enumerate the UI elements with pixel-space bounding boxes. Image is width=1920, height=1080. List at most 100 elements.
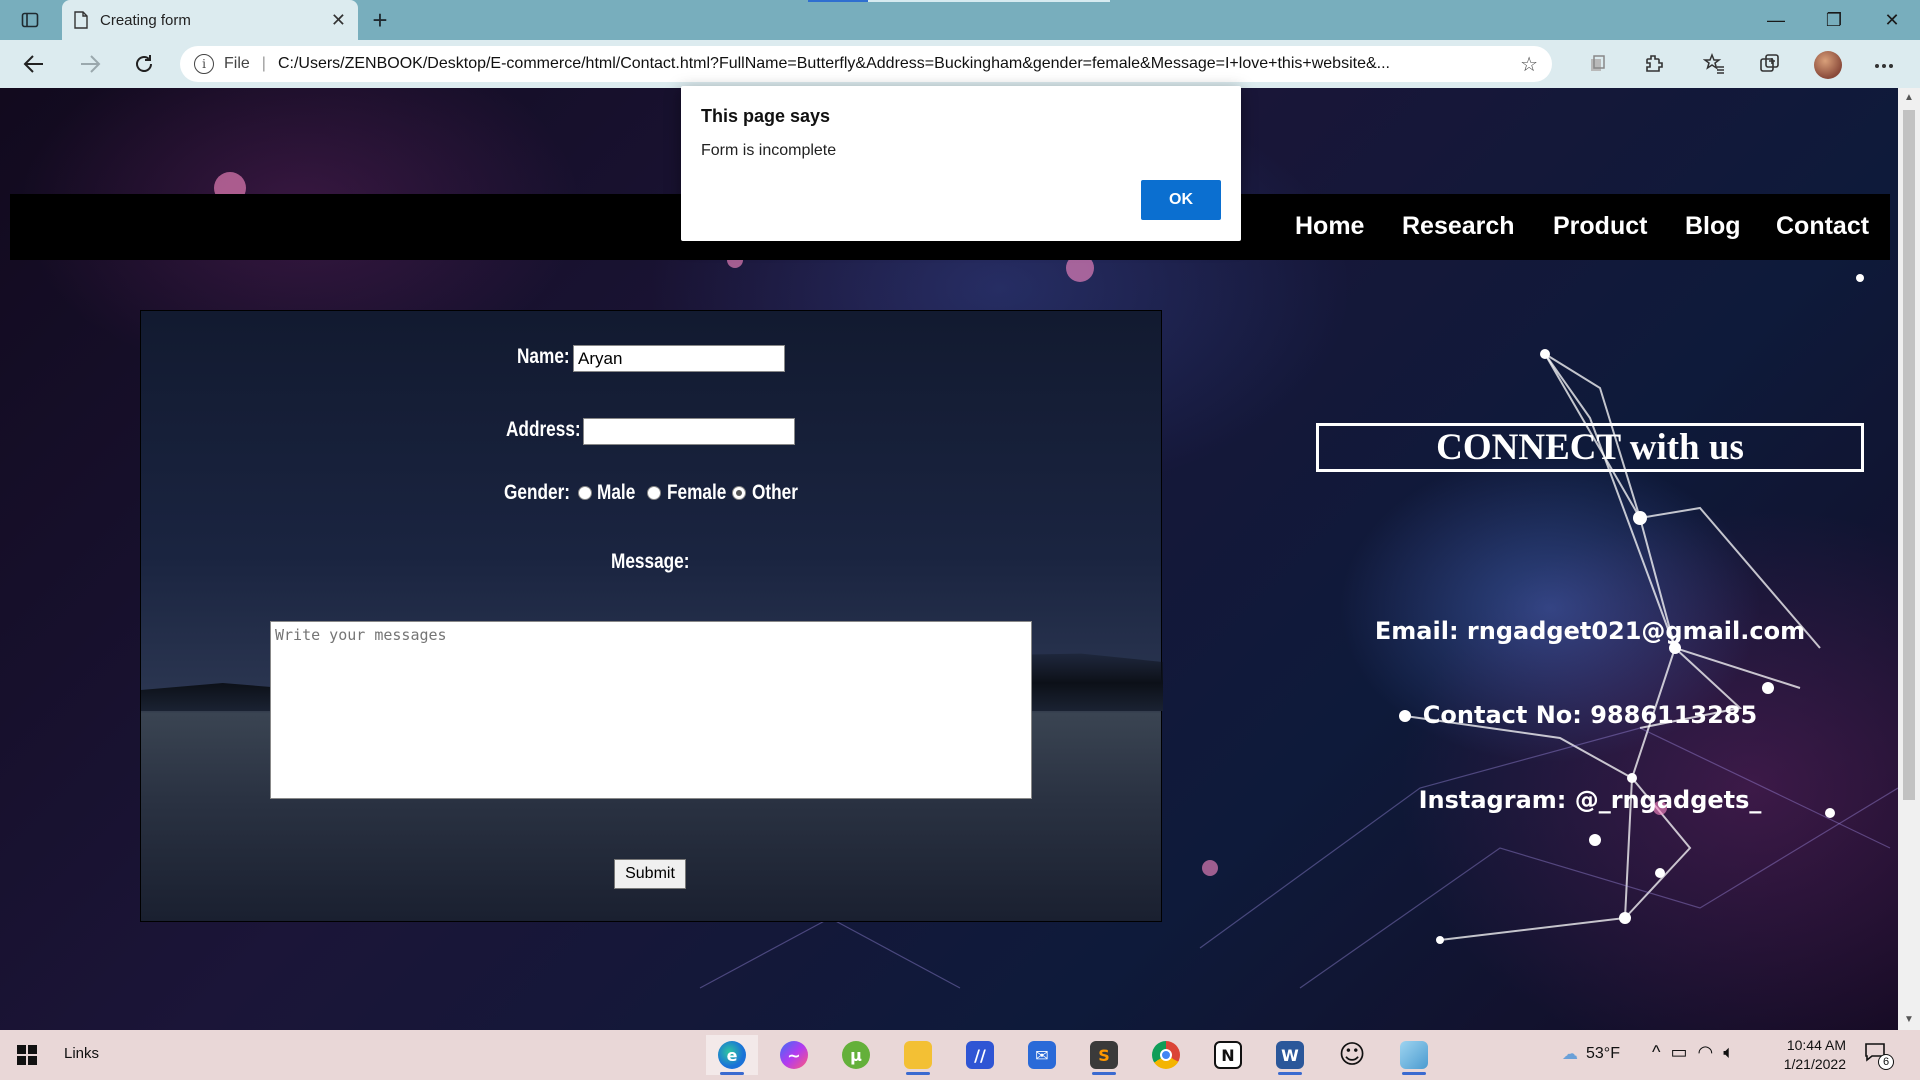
contact-form: Name: Address: Gender: Male Female Other… <box>140 310 1163 922</box>
mail-taskbar-button[interactable]: ✉ <box>1016 1035 1068 1075</box>
scroll-up-arrow-icon[interactable]: ▲ <box>1898 92 1920 103</box>
browser-tab-bar: Creating form ✕ + — ❐ ✕ <box>0 0 1920 40</box>
back-arrow-icon <box>23 55 43 73</box>
back-button[interactable] <box>14 44 54 84</box>
sublime-icon: S <box>1090 1041 1118 1069</box>
clock-time: 10:44 AM <box>1786 1037 1846 1053</box>
refresh-button[interactable] <box>124 44 164 84</box>
chrome-taskbar-button[interactable] <box>1140 1035 1192 1075</box>
tab-strip-indicator-track <box>868 0 1110 2</box>
notification-count: 6 <box>1878 1054 1894 1070</box>
notification-center-icon[interactable]: 6 <box>1864 1042 1894 1070</box>
folder-icon <box>904 1041 932 1069</box>
page-scrollbar[interactable]: ▲ ▼ <box>1898 88 1920 1030</box>
dialog-message: Form is incomplete <box>701 142 837 159</box>
submit-button[interactable]: Submit <box>614 859 686 889</box>
address-field[interactable] <box>583 418 795 445</box>
close-window-button[interactable]: ✕ <box>1864 0 1920 40</box>
address-bar[interactable]: i File | C:/Users/ZENBOOK/Desktop/E-comm… <box>180 46 1552 82</box>
add-favorite-icon[interactable]: ☆ <box>1520 52 1538 77</box>
browser-tab[interactable]: Creating form ✕ <box>62 0 358 40</box>
contact-email: Email: rngadget021@gmail.com <box>1374 617 1806 645</box>
volume-icon[interactable]: 🔈︎ <box>1723 1042 1734 1063</box>
sublime-taskbar-button[interactable]: S <box>1078 1035 1130 1075</box>
site-info-icon[interactable]: i <box>194 54 214 74</box>
message-textarea[interactable] <box>270 621 1032 799</box>
maximize-button[interactable]: ❐ <box>1806 0 1862 40</box>
weather-temp: 53°F <box>1586 1045 1620 1062</box>
url-text[interactable]: C:/Users/ZENBOOK/Desktop/E-commerce/html… <box>278 55 1510 73</box>
tab-actions-icon[interactable] <box>10 0 50 40</box>
nav-link-research[interactable]: Research <box>1402 212 1515 241</box>
running-indicator <box>1092 1072 1116 1075</box>
gender-radio-male[interactable] <box>578 486 592 500</box>
notepad-taskbar-button[interactable] <box>1388 1035 1440 1075</box>
refresh-icon <box>136 55 152 72</box>
word-taskbar-button[interactable]: W <box>1264 1035 1316 1075</box>
ok-button[interactable]: OK <box>1141 180 1221 220</box>
visual-studio-taskbar-button[interactable]: // <box>954 1035 1006 1075</box>
url-separator: | <box>261 55 266 72</box>
nav-link-product[interactable]: Product <box>1553 212 1647 241</box>
windows-taskbar: Links e ~ µ // ✉ S N W ☺ ☁ 53°F ^ ▭ ◠ 🔈︎… <box>0 1030 1920 1080</box>
notion-icon: N <box>1214 1041 1242 1069</box>
feedback-taskbar-button[interactable]: ☺ <box>1326 1035 1378 1075</box>
alert-dialog: This page says Form is incomplete OK <box>681 86 1241 241</box>
system-tray: ^ ▭ ◠ 🔈︎ <box>1652 1042 1734 1063</box>
tab-close-icon[interactable]: ✕ <box>331 10 346 31</box>
nav-link-blog[interactable]: Blog <box>1685 212 1741 241</box>
edge-icon: e <box>718 1041 746 1069</box>
name-label: Name: <box>517 345 570 368</box>
browser-toolbar: i File | C:/Users/ZENBOOK/Desktop/E-comm… <box>0 40 1920 88</box>
scrollbar-thumb[interactable] <box>1903 110 1915 800</box>
new-tab-button[interactable]: + <box>360 0 400 40</box>
start-button[interactable] <box>12 1040 42 1070</box>
profile-avatar[interactable] <box>1814 51 1842 79</box>
name-field[interactable] <box>573 345 785 372</box>
scroll-down-arrow-icon[interactable]: ▼ <box>1898 1014 1920 1025</box>
gender-option-female: Female <box>667 481 727 504</box>
utorrent-icon: µ <box>842 1041 870 1069</box>
smiley-icon: ☺ <box>1338 1040 1366 1070</box>
gender-radio-female[interactable] <box>647 486 661 500</box>
extensions-icon[interactable] <box>1636 48 1672 80</box>
forward-button[interactable] <box>70 44 110 84</box>
system-clock[interactable]: 10:44 AM 1/21/2022 <box>1762 1036 1846 1074</box>
message-label: Message: <box>611 550 690 573</box>
forward-arrow-icon <box>81 55 101 73</box>
battery-icon[interactable]: ▭ <box>1670 1042 1687 1063</box>
links-toolbar-label[interactable]: Links <box>64 1045 99 1062</box>
messenger-taskbar-button[interactable]: ~ <box>768 1035 820 1075</box>
cloud-icon: ☁ <box>1562 1046 1578 1063</box>
clock-date: 1/21/2022 <box>1783 1056 1846 1072</box>
gender-label: Gender: <box>504 481 571 504</box>
more-options-icon[interactable] <box>1866 50 1902 82</box>
edge-taskbar-button[interactable]: e <box>706 1035 758 1075</box>
collections-icon[interactable] <box>1580 48 1616 80</box>
contact-instagram: Instagram: @_rngadgets_ <box>1418 786 1762 814</box>
notepad-icon <box>1400 1041 1428 1069</box>
nav-link-contact[interactable]: Contact <box>1776 212 1869 241</box>
minimize-button[interactable]: — <box>1748 0 1804 40</box>
weather-widget[interactable]: ☁ 53°F <box>1562 1044 1620 1064</box>
tab-title: Creating form <box>100 11 191 29</box>
connect-title: CONNECT with us <box>1436 427 1744 468</box>
active-indicator <box>720 1072 744 1075</box>
url-scheme-label: File <box>224 55 250 72</box>
chrome-icon <box>1152 1041 1180 1069</box>
tab-strip-indicator <box>808 0 868 2</box>
word-icon: W <box>1276 1041 1304 1069</box>
page-icon <box>74 11 88 29</box>
notion-taskbar-button[interactable]: N <box>1202 1035 1254 1075</box>
nav-link-home[interactable]: Home <box>1295 212 1364 241</box>
favorites-icon[interactable] <box>1696 48 1732 80</box>
dialog-title: This page says <box>701 106 831 126</box>
address-label: Address: <box>506 418 581 441</box>
collections-add-icon[interactable] <box>1752 48 1788 80</box>
file-explorer-taskbar-button[interactable] <box>892 1035 944 1075</box>
gender-radio-other[interactable] <box>732 486 746 500</box>
contact-phone: Contact No: 9886113285 <box>1422 701 1758 729</box>
wifi-icon[interactable]: ◠ <box>1697 1042 1713 1063</box>
chevron-up-icon[interactable]: ^ <box>1652 1042 1660 1063</box>
utorrent-taskbar-button[interactable]: µ <box>830 1035 882 1075</box>
